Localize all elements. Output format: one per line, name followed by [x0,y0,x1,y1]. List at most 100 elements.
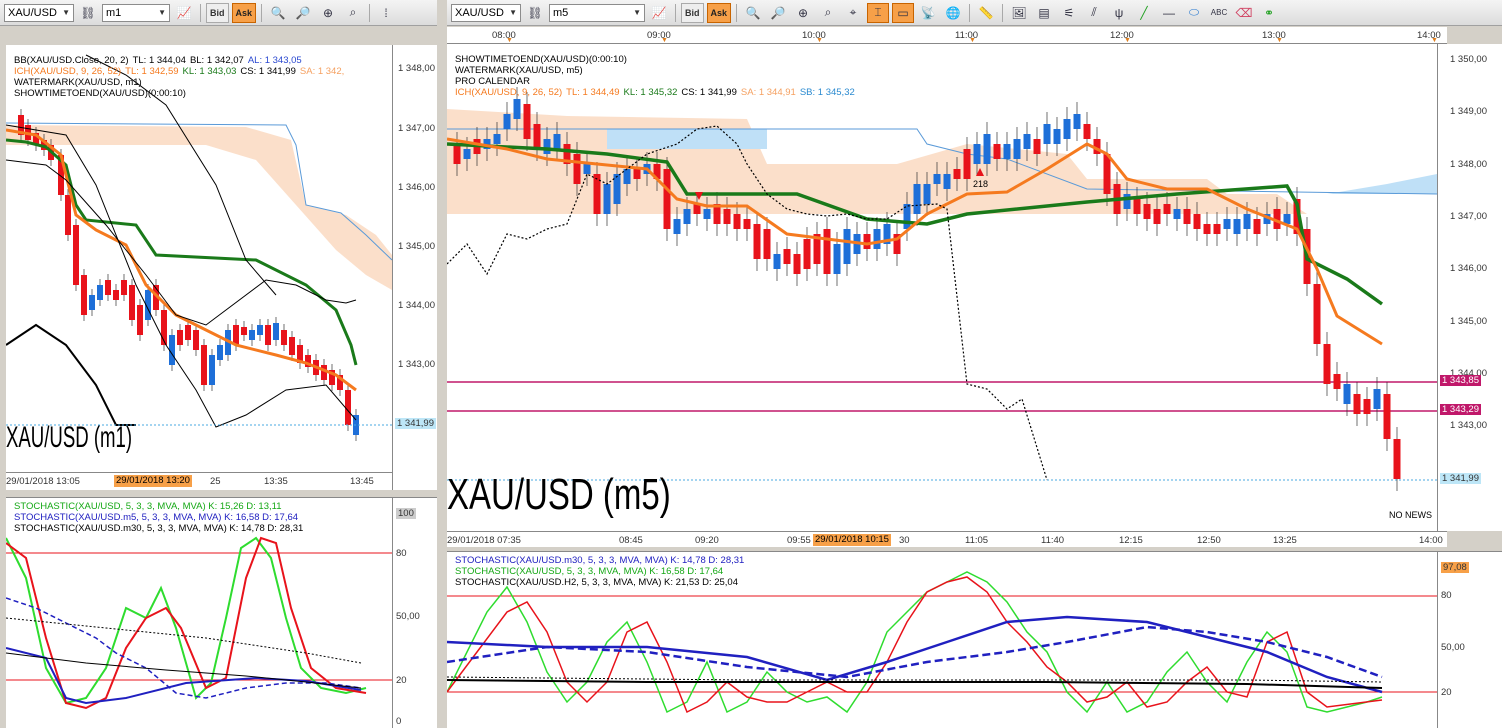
axis-tick-label: 97,08 [1441,562,1469,573]
candle-body [603,184,611,214]
zoom-out-icon[interactable]: 🔎 [292,3,314,23]
candle-body [1343,384,1351,404]
globe-icon[interactable]: 🌐 [942,3,964,23]
candle-body [281,330,287,345]
candle-body [573,154,581,184]
zoom-in-icon[interactable]: 🔍 [742,3,764,23]
chevron-down-icon: ▼ [62,8,70,17]
candle-body [1383,394,1391,439]
legend-item: CS: 1 341,99 [681,87,737,98]
candle-body [533,124,541,149]
ruler-icon[interactable]: 📏 [975,3,997,23]
candle-body [1393,439,1401,479]
axis-tick-label: 1 344,00 [398,300,435,311]
legend-item: ICH(XAU/USD, 9, 26, 52) [14,66,122,77]
candle-body [733,214,741,229]
axis-tick-label: 30 [899,535,910,546]
data-window-icon[interactable]: ▭ [892,2,915,23]
left-chart-window: XAU/USD ▼ ⛓ m1 ▼ 📈 Bid Ask 🔍 🔎 ⊕ ⌕ ⁞ BB(XA… [0,0,437,728]
right-toolbar: XAU/USD ▼ ⛓ m5 ▼ 📈 Bid Ask 🔍 🔎 ⊕ ⌕ ⌖ ⌶ ▭ 📡… [447,0,1502,26]
candle-body [1003,144,1011,159]
ask-button[interactable]: Ask [231,2,257,23]
candle-body [81,275,87,315]
timeframe-select[interactable]: m1 ▼ [102,3,170,22]
trend-line-icon[interactable]: ╱ [1133,3,1155,23]
candle-body [703,209,711,219]
timeframe-select[interactable]: m5 ▼ [549,3,645,22]
ellipse-icon[interactable]: ⬭ [1183,3,1205,23]
candle-body [1133,199,1141,214]
symbol-select[interactable]: XAU/USD ▼ [4,3,74,22]
candle-body [241,327,247,335]
candle-body [1243,214,1251,229]
fibonacci-icon[interactable]: ⚟ [1058,3,1080,23]
axis-tick-label: 20 [396,675,407,686]
axis-tick-label: 12:15 [1119,535,1143,546]
text-tool-icon[interactable]: ABC [1208,3,1230,23]
legend-item: SA: 1 342, [299,66,345,77]
pitchfork-icon[interactable]: ψ [1108,3,1130,23]
right-indicator-legend: SHOWTIMETOEND(XAU/USD)(0:00:10) WATERMARK… [455,54,859,98]
time-marker-icon: ▼ [1276,37,1283,44]
candle-body [1173,209,1181,219]
bid-button[interactable]: Bid [681,2,704,23]
crosshair-icon[interactable]: ⌶ [867,2,890,23]
ask-button[interactable]: Ask [706,2,732,23]
channel-icon[interactable]: ⫽ [1083,3,1105,23]
template-icon[interactable]: ▤ [1033,3,1055,23]
candle-body [105,280,111,295]
legend-line: WATERMARK(XAU/USD, m1) [14,77,348,88]
right-stochastic-panel[interactable]: STOCHASTIC(XAU/USD.m30, 5, 3, 3, MVA, MV… [447,551,1437,728]
candle-body [1053,129,1061,144]
left-indicator-legend: BB(XAU/USD.Close, 20, 2) TL: 1 344,04 BL: … [14,55,348,99]
zoom-in-icon[interactable]: 🔍 [267,3,289,23]
legend-line: PRO CALENDAR [455,76,859,87]
link-icon[interactable]: ⛓ [77,3,99,23]
magnifier-icon[interactable]: ⌕ [817,3,839,23]
separator [1002,3,1004,22]
symbol-value: XAU/USD [455,6,504,19]
right-price-chart[interactable]: 218 SHOWTIMETOEND(XAU/USD)(0:00:10) WATER… [447,44,1437,531]
left-price-chart[interactable]: BB(XAU/USD.Close, 20, 2) TL: 1 344,04 BL: … [6,45,392,490]
eraser-icon[interactable]: ⌫ [1233,3,1255,23]
axis-tick-label: 09:20 [695,535,719,546]
org-chart-icon[interactable]: ⚭ [1258,3,1280,23]
bid-button[interactable]: Bid [206,2,229,23]
separator [369,3,371,22]
candle-body [257,325,263,335]
time-marker-icon: ▼ [969,37,976,44]
chart-type-icon[interactable]: 📈 [648,3,670,23]
axis-tick-label: 1 345,00 [398,241,435,252]
magnifier-icon[interactable]: ⌕ [342,3,364,23]
left-price-axis: 1 348,00 1 347,00 1 346,00 1 345,00 1 344,00… [392,45,437,490]
legend-item: KL: 1 343,03 [182,66,237,77]
link-icon[interactable]: ⛓ [524,3,546,23]
cloud-area-blue [1327,174,1437,194]
left-time-axis: 29/01/2018 13:05 29/01/2018 13:20 25 13:… [6,472,392,490]
axis-tick-label: 1 348,00 [398,63,435,74]
candle-body [1313,284,1321,344]
axis-tick-label: 80 [396,548,407,559]
axis-tick-label: 50,00 [396,611,420,622]
axis-tick-label: 1 343,85 [1440,375,1481,386]
candle-body [1373,389,1381,409]
time-label: 13:45 [350,476,374,487]
zoom-fit-icon[interactable]: ⊕ [792,3,814,23]
left-stochastic-panel[interactable]: STOCHASTIC(XAU/USD, 5, 3, 3, MVA, MVA) K… [6,497,392,728]
cursor-icon[interactable]: ⌖ [842,3,864,23]
satellite-icon[interactable]: 📡 [917,3,939,23]
zoom-fit-icon[interactable]: ⊕ [317,3,339,23]
axis-tick-label: 1 346,00 [1450,263,1487,274]
picture-icon[interactable]: 🖼 [1008,3,1030,23]
zoom-out-icon[interactable]: 🔎 [767,3,789,23]
candle-body [843,229,851,264]
legend-line: SHOWTIMETOEND(XAU/USD)(0:00:10) [455,54,859,65]
time-marker-icon: ▼ [506,37,513,44]
candle-body [1223,219,1231,229]
more-icon[interactable]: ⁞ [375,3,397,23]
horizontal-line-icon[interactable]: — [1158,3,1180,23]
chart-type-icon[interactable]: 📈 [173,3,195,23]
symbol-select[interactable]: XAU/USD ▼ [451,3,521,22]
candle-body [137,305,143,335]
stochastic-legend-line: STOCHASTIC(XAU/USD.H2, 5, 3, 3, MVA, MVA… [455,577,738,588]
